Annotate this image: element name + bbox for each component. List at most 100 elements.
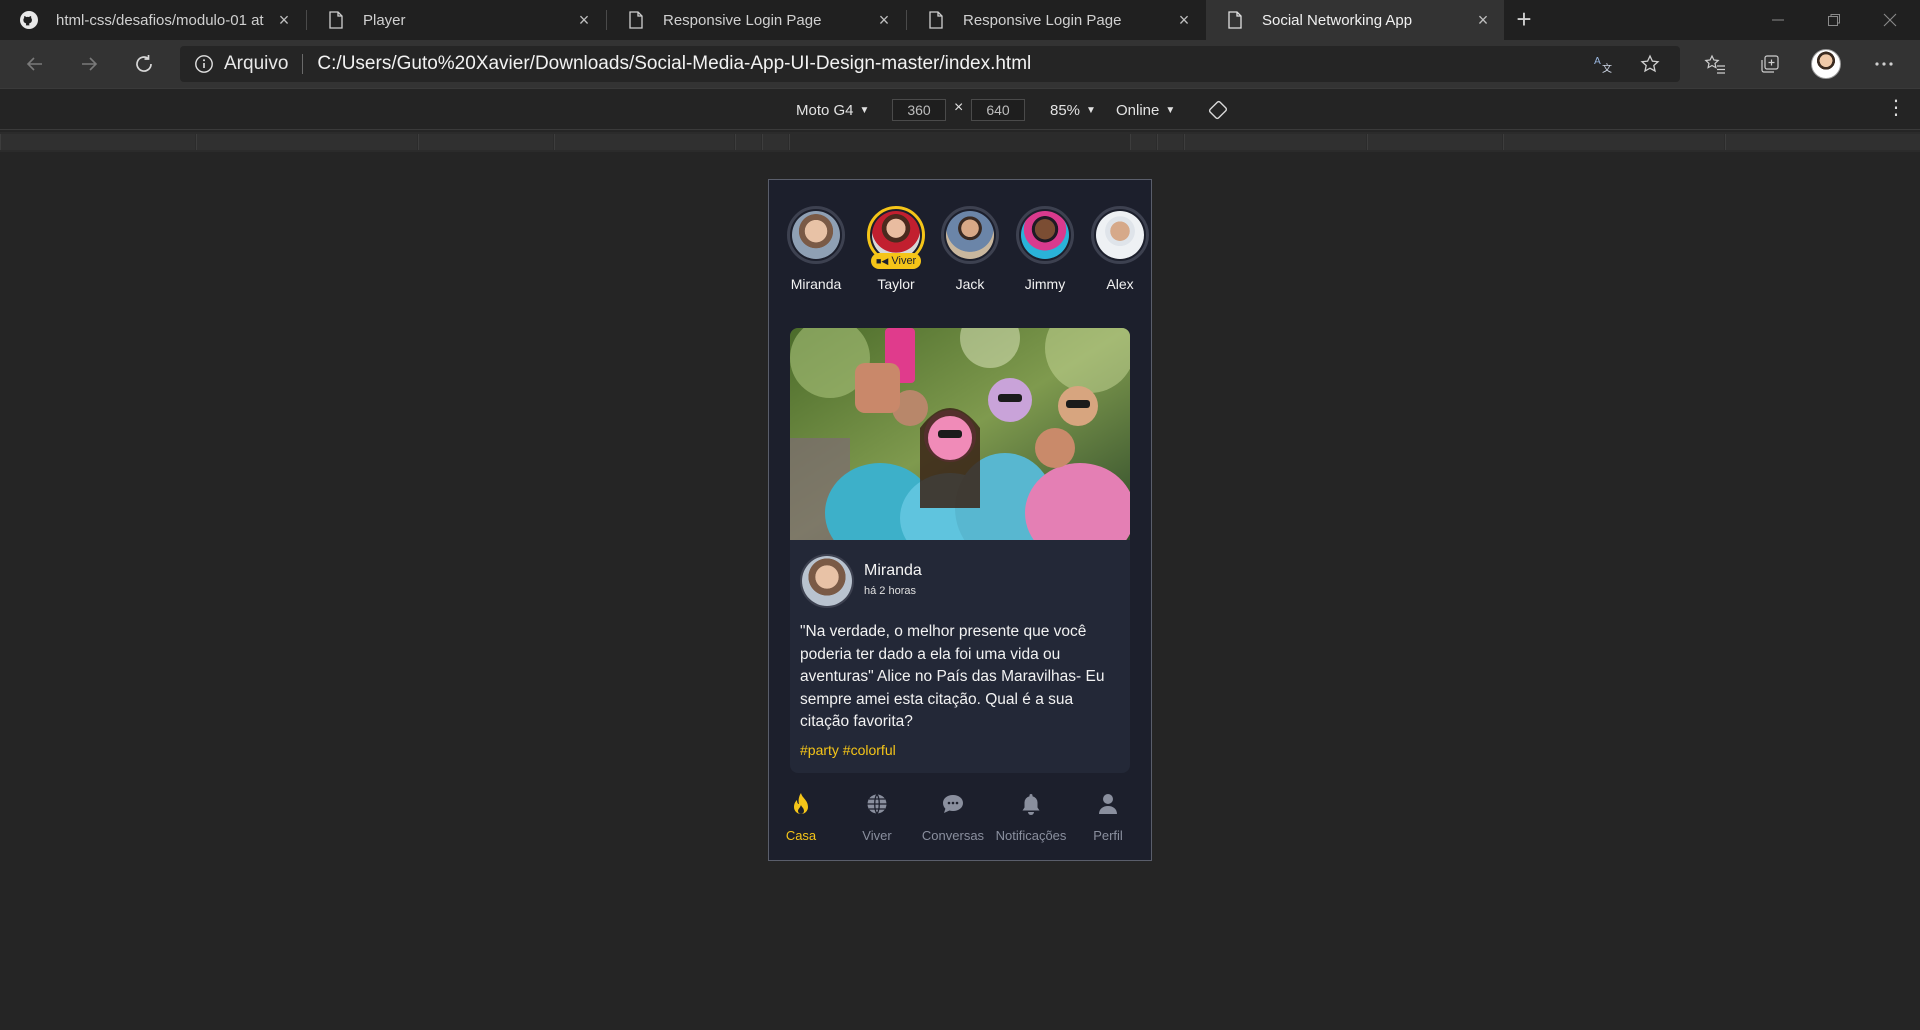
more-options-icon[interactable] [1868, 48, 1900, 80]
page-icon [627, 11, 645, 29]
story-name: Miranda [790, 276, 842, 292]
bottom-navigation: Casa Viver Conversas Notificações Perfil [769, 773, 1151, 860]
info-icon[interactable] [194, 54, 214, 74]
nav-label: Casa [785, 828, 817, 843]
avatar [1811, 49, 1841, 79]
post-photo[interactable] [790, 328, 1130, 540]
tab-title: Player [363, 11, 406, 29]
times-separator: × [954, 99, 964, 116]
story-avatar-ring [787, 206, 845, 264]
refresh-button[interactable] [128, 48, 160, 80]
svg-text:A: A [1594, 56, 1601, 67]
story-name: Alex [1106, 276, 1134, 292]
author-name[interactable]: Miranda [864, 562, 922, 580]
nav-label: Perfil [1093, 828, 1123, 843]
close-icon[interactable]: × [1474, 11, 1492, 29]
caret-down-icon: ▼ [1165, 104, 1176, 116]
back-button[interactable] [19, 48, 51, 80]
url-text[interactable]: C:/Users/Guto%20Xavier/Downloads/Social-… [317, 53, 1031, 75]
zoom-select[interactable]: 85% ▼ [1050, 89, 1096, 131]
close-icon[interactable]: × [875, 11, 893, 29]
story-avatar-ring: ■◀ Viver [867, 206, 925, 269]
address-bar[interactable]: Arquivo C:/Users/Guto%20Xavier/Downloads… [180, 46, 1680, 82]
story-miranda[interactable]: Miranda [781, 206, 851, 292]
tab-title: Responsive Login Page [663, 11, 822, 29]
svg-text:文: 文 [1602, 62, 1612, 74]
nav-label: Conversas [921, 828, 985, 843]
github-icon [20, 11, 38, 29]
nav-label: Notificações [995, 828, 1067, 843]
flame-icon [788, 791, 814, 817]
story-avatar-ring [1016, 206, 1074, 264]
close-icon[interactable]: × [575, 11, 593, 29]
caret-down-icon: ▼ [1086, 104, 1096, 116]
tab-login-1[interactable]: Responsive Login Page × [607, 0, 905, 40]
page-icon [927, 11, 945, 29]
scheme-label: Arquivo [224, 53, 289, 74]
stories-row: Miranda ■◀ Viver Taylor Jack Jimmy Alex [769, 180, 1151, 310]
minimize-button[interactable] [1750, 0, 1806, 40]
device-viewport: Miranda ■◀ Viver Taylor Jack Jimmy Alex … [768, 179, 1152, 861]
tab-social-networking-app[interactable]: Social Networking App × [1206, 0, 1504, 40]
page-icon [327, 11, 345, 29]
profile-avatar[interactable] [1810, 48, 1842, 80]
globe-icon [864, 791, 890, 817]
nav-item-viver[interactable]: Viver [839, 791, 915, 843]
tab-title: html-css/desafios/modulo-01 at [56, 11, 264, 29]
collections-icon[interactable] [1754, 48, 1786, 80]
browser-toolbar: Arquivo C:/Users/Guto%20Xavier/Downloads… [0, 40, 1920, 88]
post-caption: "Na verdade, o melhor presente que você … [800, 623, 1105, 730]
rotate-icon[interactable] [1208, 89, 1228, 131]
close-icon[interactable]: × [275, 11, 293, 29]
device-select[interactable]: Moto G4 ▼ [796, 89, 869, 131]
nav-item-notificacoes[interactable]: Notificações [993, 791, 1069, 843]
bell-icon [1018, 791, 1044, 817]
post-card[interactable]: Miranda há 2 horas "Na verdade, o melhor… [790, 328, 1130, 773]
tab-login-2[interactable]: Responsive Login Page × [907, 0, 1205, 40]
browser-tab-strip: html-css/desafios/modulo-01 at × Player … [0, 0, 1920, 40]
width-input[interactable]: 360 [892, 99, 946, 121]
tab-player[interactable]: Player × [307, 0, 605, 40]
story-name: Jack [955, 276, 985, 292]
media-query-ruler [0, 132, 1920, 152]
zoom-label: 85% [1050, 101, 1081, 119]
new-tab-button[interactable]: + [1510, 6, 1538, 34]
nav-item-casa[interactable]: Casa [769, 791, 839, 843]
story-name: Taylor [877, 276, 915, 292]
avatar [792, 211, 840, 259]
story-taylor[interactable]: ■◀ Viver Taylor [861, 206, 931, 292]
caret-down-icon: ▼ [859, 104, 870, 116]
device-toolbar: Moto G4 ▼ 360 × 640 85% ▼ Online ▼ ⋮ [0, 88, 1920, 130]
nav-item-perfil[interactable]: Perfil [1070, 791, 1146, 843]
story-avatar-ring [1091, 206, 1149, 264]
avatar [1096, 211, 1144, 259]
height-input[interactable]: 640 [971, 99, 1025, 121]
close-window-button[interactable] [1862, 0, 1918, 40]
post-hashtags[interactable]: #party #colorful [800, 742, 896, 758]
avatar[interactable] [800, 554, 854, 608]
star-icon[interactable] [1634, 46, 1666, 82]
nav-label: Viver [862, 828, 892, 843]
user-icon [1095, 791, 1121, 817]
favorites-icon[interactable] [1699, 48, 1731, 80]
tab-github[interactable]: html-css/desafios/modulo-01 at × [0, 0, 305, 40]
page-icon [1226, 11, 1244, 29]
nav-item-conversas[interactable]: Conversas [915, 791, 991, 843]
restore-button[interactable] [1806, 0, 1862, 40]
post-author[interactable]: Miranda há 2 horas [800, 554, 1120, 610]
throttle-select[interactable]: Online ▼ [1116, 89, 1175, 131]
story-jack[interactable]: Jack [935, 206, 1005, 292]
story-alex[interactable]: Alex [1085, 206, 1151, 292]
avatar [946, 211, 994, 259]
avatar [872, 211, 920, 259]
avatar [1021, 211, 1069, 259]
post-time: há 2 horas [864, 585, 916, 597]
forward-button[interactable] [73, 48, 105, 80]
story-jimmy[interactable]: Jimmy [1010, 206, 1080, 292]
close-icon[interactable]: × [1175, 11, 1193, 29]
device-label: Moto G4 [796, 101, 854, 119]
translate-icon[interactable]: A文 [1588, 46, 1620, 82]
throttle-label: Online [1116, 101, 1160, 119]
more-options-icon[interactable]: ⋮ [1884, 97, 1908, 123]
video-camera-icon: ■◀ [876, 255, 889, 266]
